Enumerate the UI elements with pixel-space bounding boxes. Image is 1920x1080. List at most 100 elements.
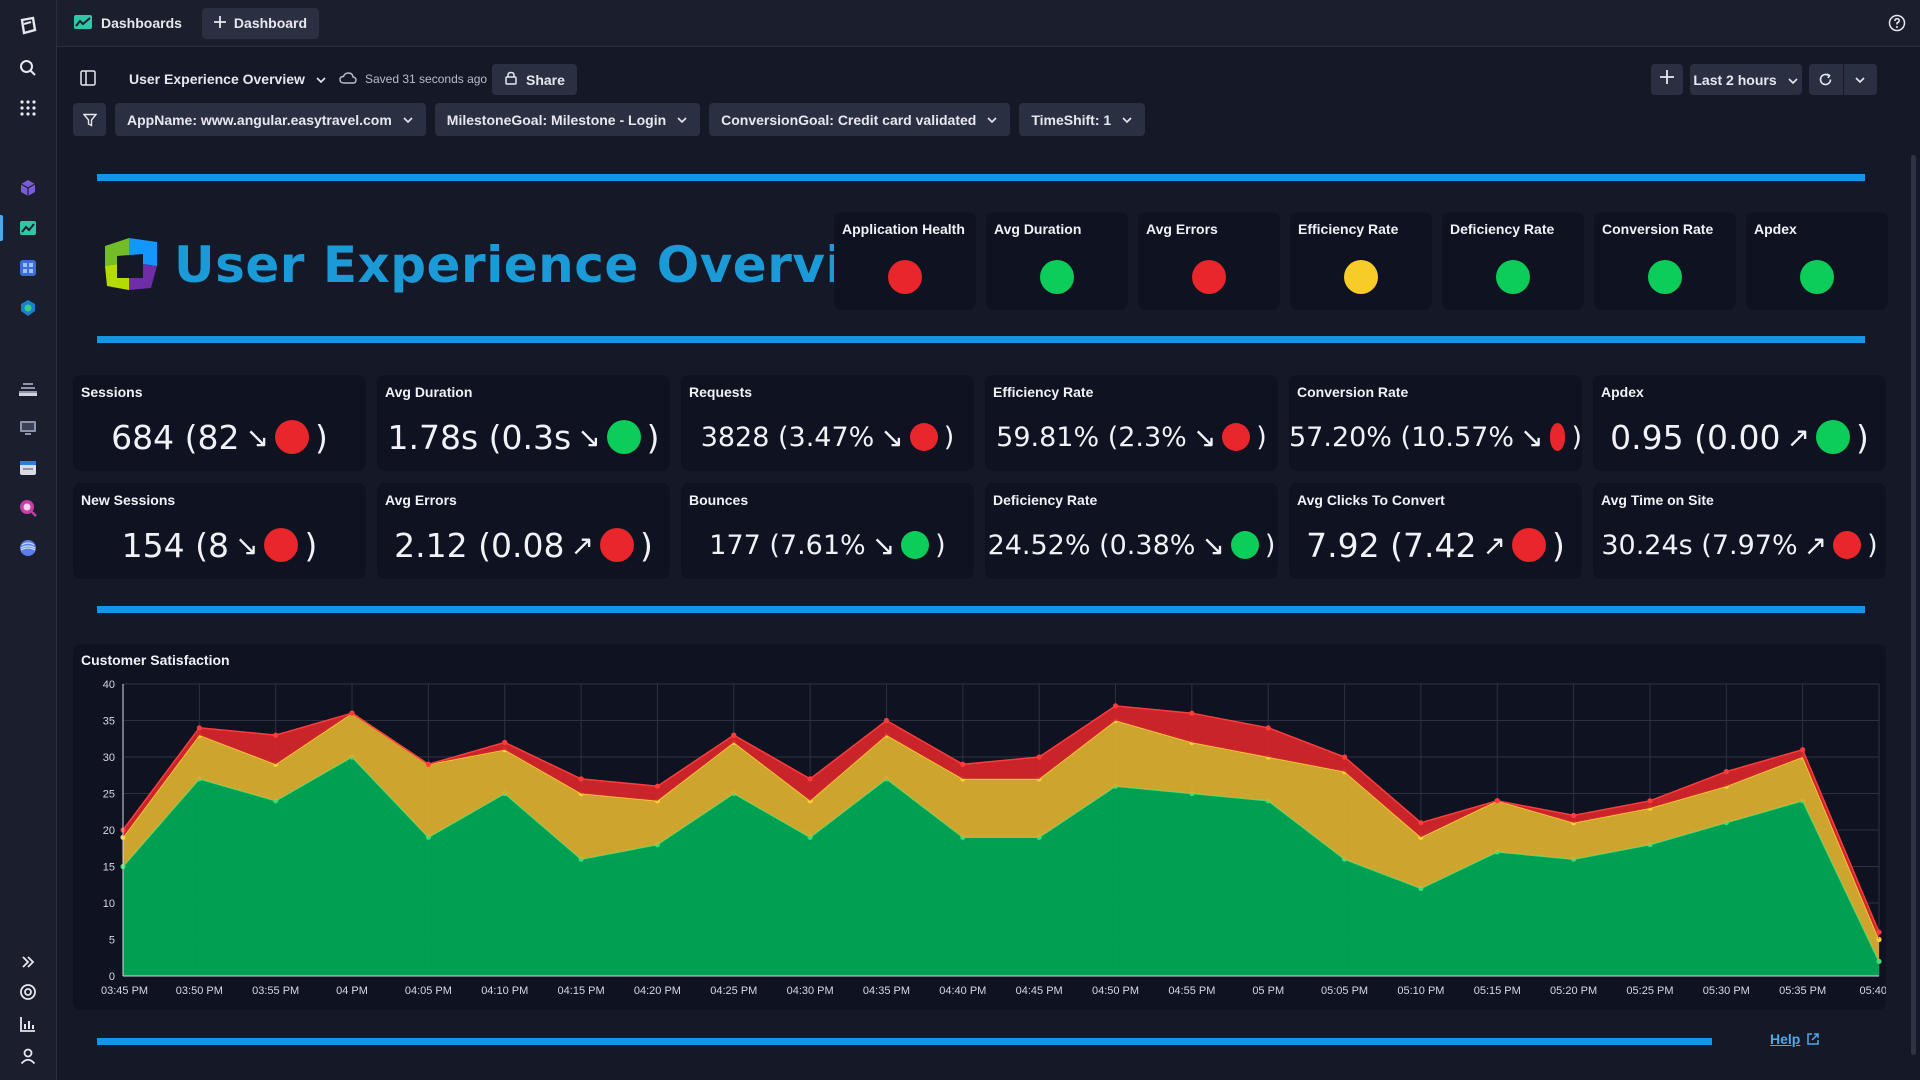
- scrollbar[interactable]: [1911, 155, 1916, 1055]
- health-tile-deficiency-rate[interactable]: Deficiency Rate: [1442, 212, 1584, 310]
- y-tick-label: 40: [103, 679, 115, 691]
- customer-satisfaction-chart-tile[interactable]: Customer Satisfaction 0 5 10 15 20 25 30 35 40 03…: [73, 644, 1886, 1010]
- kpi-tile-sessions[interactable]: Sessions 684 (82 ↘): [73, 375, 366, 471]
- tile-label: Deficiency Rate: [1450, 221, 1555, 237]
- new-tab-label: Dashboard: [233, 15, 308, 31]
- kpi-tile-deficiency-rate[interactable]: Deficiency Rate 24.52% (0.38% ↘): [985, 483, 1278, 579]
- dashboards-app-icon[interactable]: [16, 216, 40, 240]
- x-tick-label: 05:10 PM: [1397, 985, 1444, 997]
- analytics-icon[interactable]: [16, 1012, 40, 1036]
- status-dot: [909, 423, 938, 451]
- filter-icon: [82, 113, 97, 127]
- filter-label: TimeShift: 1: [1031, 111, 1112, 128]
- status-dot: [888, 260, 922, 294]
- data-point-series-2: [1571, 812, 1577, 818]
- kpi-value-text: 59.81% (2.3%: [996, 421, 1187, 453]
- separator-bar: [97, 174, 1865, 181]
- tile-label: Efficiency Rate: [993, 384, 1094, 400]
- kpi-tile-bounces[interactable]: Bounces 177 (7.61% ↘): [681, 483, 974, 579]
- help-link[interactable]: Help: [1770, 1031, 1820, 1047]
- filter-timeshift[interactable]: TimeShift: 1: [1019, 103, 1146, 136]
- breadcrumb[interactable]: Dashboards: [73, 14, 182, 33]
- left-navigation-rail: [0, 0, 57, 1080]
- data-point-series-2: [1494, 798, 1500, 804]
- search-icon[interactable]: [16, 56, 40, 80]
- y-tick-label: 25: [103, 789, 115, 801]
- status-dot: [274, 420, 309, 454]
- data-point-series-2: [502, 739, 508, 745]
- kpi-value: 30.24s (7.97% ↗): [1593, 521, 1886, 569]
- kpi-value: 3828 (3.47% ↘): [681, 413, 974, 461]
- timeframe-selector[interactable]: Last 2 hours: [1690, 64, 1802, 95]
- health-tile-application-health[interactable]: Application Health: [834, 212, 976, 310]
- apps-grid-icon[interactable]: [16, 96, 40, 120]
- filter-appname[interactable]: AppName: www.angular.easytravel.com: [115, 103, 426, 136]
- kpi-tile-avg-clicks-to-convert[interactable]: Avg Clicks To Convert 7.92 (7.42 ↗): [1289, 483, 1582, 579]
- health-tile-conversion-rate[interactable]: Conversion Rate: [1594, 212, 1736, 310]
- x-tick-label: 04 PM: [336, 985, 368, 997]
- kpi-tile-conversion-rate[interactable]: Conversion Rate 57.20% (10.57% ↘): [1289, 375, 1582, 471]
- dashboard-title: User Experience Overview: [129, 71, 305, 87]
- sidebar-toggle-icon[interactable]: [79, 69, 97, 92]
- security-shield-icon[interactable]: [16, 296, 40, 320]
- x-tick-label: 04:35 PM: [863, 985, 910, 997]
- new-dashboard-tab-button[interactable]: Dashboard: [201, 7, 320, 39]
- kpi-value-text: 177 (7.61%: [709, 529, 866, 561]
- globe-icon[interactable]: [16, 536, 40, 560]
- tile-label: Avg Errors: [385, 492, 457, 508]
- cloud-icon: [339, 71, 357, 87]
- expand-chevron-icon[interactable]: [16, 950, 40, 974]
- close-paren: ): [1571, 421, 1582, 453]
- health-tile-efficiency-rate[interactable]: Efficiency Rate: [1290, 212, 1432, 310]
- kpi-tile-efficiency-rate[interactable]: Efficiency Rate 59.81% (2.3% ↘): [985, 375, 1278, 471]
- dynatrace-logo-icon[interactable]: [16, 14, 40, 38]
- help-circle-icon[interactable]: [1888, 14, 1906, 37]
- tile-label: Application Health: [842, 221, 965, 237]
- kpi-tile-new-sessions[interactable]: New Sessions 154 (8 ↘): [73, 483, 366, 579]
- data-point-series-2: [883, 717, 890, 724]
- x-tick-label: 04:05 PM: [405, 985, 452, 997]
- kpi-value-text: 684 (82: [111, 417, 240, 457]
- health-tile-avg-errors[interactable]: Avg Errors: [1138, 212, 1280, 310]
- share-button[interactable]: Share: [492, 64, 577, 95]
- dashboards-app-icon: [73, 14, 93, 33]
- filter-button[interactable]: [73, 103, 106, 136]
- customer-satisfaction-chart: 0 5 10 15 20 25 30 35 40 03:45 PM 03:50 PM 03:55 PM…: [101, 679, 1886, 997]
- kpi-tile-avg-duration[interactable]: Avg Duration 1.78s (0.3s ↘): [377, 375, 670, 471]
- kpi-tile-avg-errors[interactable]: Avg Errors 2.12 (0.08 ↗): [377, 483, 670, 579]
- status-dot: [1344, 260, 1378, 294]
- trend-arrow-icon: ↘: [577, 420, 601, 454]
- kpi-tile-requests[interactable]: Requests 3828 (3.47% ↘): [681, 375, 974, 471]
- filter-conversion-goal[interactable]: ConversionGoal: Credit card validated: [709, 103, 1011, 136]
- session-replay-icon[interactable]: [16, 496, 40, 520]
- data-point-series-2: [1189, 710, 1195, 716]
- health-tile-avg-duration[interactable]: Avg Duration: [986, 212, 1128, 310]
- notebooks-app-icon[interactable]: [16, 256, 40, 280]
- status-dot: [606, 420, 641, 454]
- data-point-series-2: [1265, 725, 1271, 731]
- kpi-tile-apdex[interactable]: Apdex 0.95 (0.00 ↗): [1593, 375, 1886, 471]
- monitor-icon[interactable]: [16, 416, 40, 440]
- infrastructure-icon[interactable]: [16, 376, 40, 400]
- add-tile-button[interactable]: [1651, 64, 1683, 95]
- kpi-value-text: 1.78s (0.3s: [387, 417, 572, 457]
- refresh-button[interactable]: [1809, 64, 1843, 95]
- chevron-down-icon: [315, 71, 327, 87]
- health-tile-apdex[interactable]: Apdex: [1746, 212, 1888, 310]
- browser-window-icon[interactable]: [16, 456, 40, 480]
- chevron-down-icon: [1122, 116, 1132, 123]
- hub-cube-icon[interactable]: [16, 176, 40, 200]
- kpi-value: 7.92 (7.42 ↗): [1289, 521, 1582, 569]
- filter-label: AppName: www.angular.easytravel.com: [127, 111, 392, 128]
- trend-arrow-icon: ↘: [871, 528, 896, 562]
- x-tick-label: 05:05 PM: [1321, 985, 1368, 997]
- dashboard-title-dropdown[interactable]: User Experience Overview: [129, 60, 327, 98]
- filter-bar: AppName: www.angular.easytravel.com Mile…: [73, 103, 1146, 136]
- refresh-options-button[interactable]: [1843, 64, 1877, 95]
- data-point-series-2: [1112, 703, 1119, 709]
- user-profile-icon[interactable]: [16, 1044, 40, 1068]
- kpi-tile-avg-time-on-site[interactable]: Avg Time on Site 30.24s (7.97% ↗): [1593, 483, 1886, 579]
- status-dot: [1549, 423, 1566, 451]
- support-icon[interactable]: [16, 980, 40, 1004]
- filter-milestone-goal[interactable]: MilestoneGoal: Milestone - Login: [434, 103, 701, 136]
